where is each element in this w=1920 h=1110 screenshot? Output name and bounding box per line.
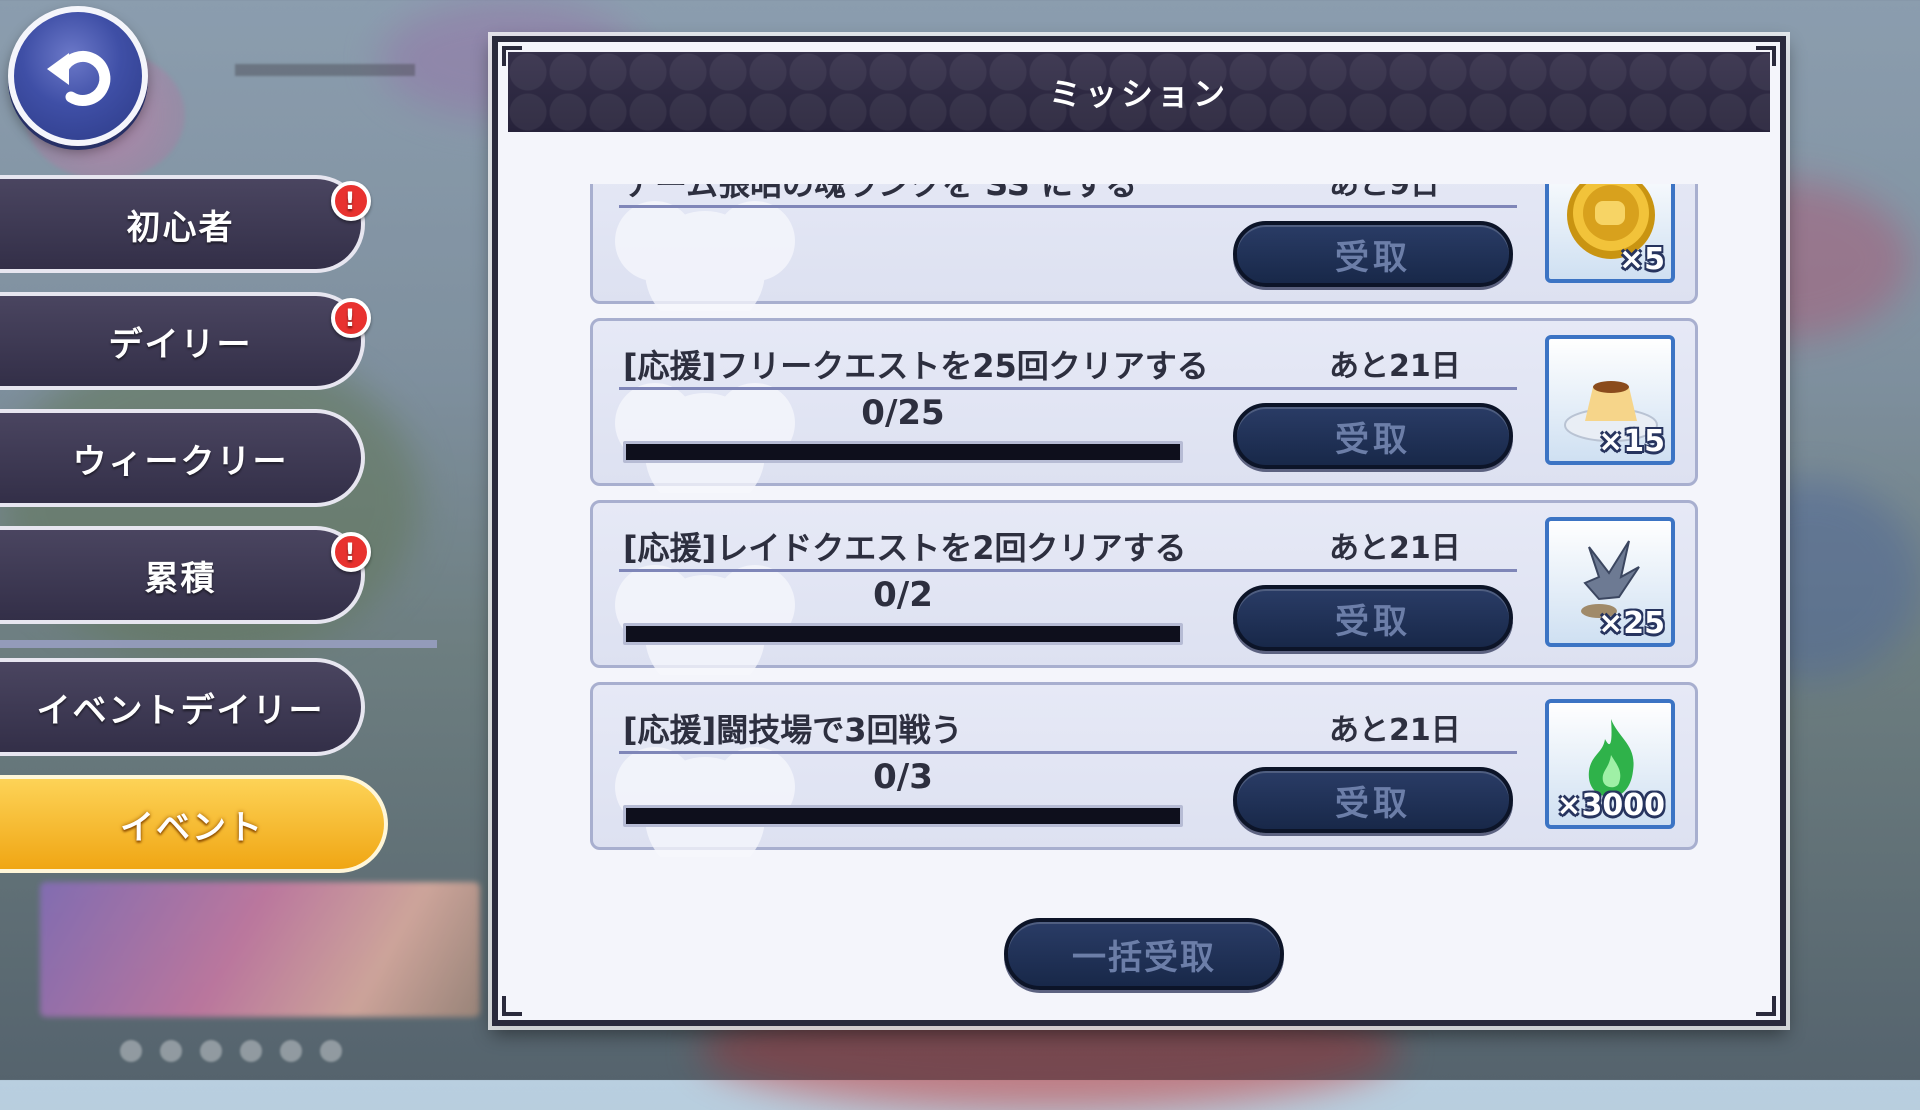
page-dot	[320, 1040, 342, 1062]
tab-label: デイリー	[108, 324, 253, 365]
frame-corner	[502, 46, 522, 66]
reward-item[interactable]: ×3000	[1545, 699, 1675, 829]
mission-progress-bar	[623, 623, 1183, 645]
return-arrow-icon	[47, 51, 111, 106]
mission-divider	[619, 205, 1517, 208]
tab-cumulative[interactable]: 累積 !	[0, 526, 371, 624]
reward-count: ×5	[1618, 242, 1665, 277]
notification-badge: !	[331, 532, 371, 572]
banner-page-dots	[120, 1040, 342, 1062]
mission-divider	[619, 569, 1517, 572]
frame-corner	[502, 996, 522, 1016]
page-dot	[200, 1040, 222, 1062]
mission-deadline: あと21日	[1329, 531, 1461, 566]
tab-label: 累積	[144, 558, 217, 599]
reward-item[interactable]: ×25	[1545, 517, 1675, 647]
mission-progress-bar	[623, 441, 1183, 463]
back-button[interactable]	[8, 6, 148, 146]
mission-progress-text: 0/2	[873, 575, 933, 615]
tab-daily[interactable]: デイリー !	[0, 292, 371, 390]
bulk-claim-button[interactable]: 一括受取	[1004, 918, 1284, 990]
tab-group-divider	[0, 640, 437, 648]
mission-list[interactable]: チーム張昭の魂ランクを SS にする あと9日 受取 ×5 [応援]フリークエス…	[590, 184, 1698, 914]
mission-divider	[619, 387, 1517, 390]
tab-beginner[interactable]: 初心者 !	[0, 175, 371, 273]
mission-title: チーム張昭の魂ランクを SS にする	[623, 184, 1138, 203]
mission-deadline: あと21日	[1329, 349, 1461, 384]
reward-count: ×3000	[1556, 788, 1665, 823]
page-dot	[280, 1040, 302, 1062]
page-dot	[240, 1040, 262, 1062]
tab-label: ウィークリー	[72, 441, 289, 482]
mission-panel: ミッション チーム張昭の魂ランクを SS にする あと9日 受取 ×5 [応援]…	[492, 36, 1786, 1026]
claim-button[interactable]: 受取	[1233, 403, 1513, 469]
mission-progress-text: 0/3	[873, 757, 933, 797]
mission-deadline: あと9日	[1329, 184, 1440, 202]
mission-progress-text: 0/25	[861, 393, 945, 433]
claim-button[interactable]: 受取	[1233, 585, 1513, 651]
page-dot	[120, 1040, 142, 1062]
panel-header: ミッション	[508, 52, 1770, 132]
mission-item: [応援]レイドクエストを2回クリアする あと21日 0/2 受取 ×25	[590, 500, 1698, 675]
tab-weekly[interactable]: ウィークリー	[0, 409, 365, 507]
mission-title: [応援]レイドクエストを2回クリアする	[623, 529, 1187, 567]
mission-item: [応援]闘技場で3回戦う あと21日 0/3 受取 ×3000	[590, 682, 1698, 857]
mission-divider	[619, 751, 1517, 754]
tab-label: イベント	[120, 807, 264, 848]
reward-count: ×15	[1598, 424, 1665, 459]
mission-deadline: あと21日	[1329, 713, 1461, 748]
mission-progress-bar	[623, 805, 1183, 827]
claim-button[interactable]: 受取	[1233, 767, 1513, 833]
tab-event[interactable]: イベント	[0, 775, 388, 873]
tab-label: イベントデイリー	[36, 690, 325, 731]
frame-corner	[1756, 46, 1776, 66]
reward-count: ×25	[1598, 606, 1665, 641]
mission-title: [応援]フリークエストを25回クリアする	[623, 347, 1209, 385]
claim-button[interactable]: 受取	[1233, 221, 1513, 287]
notification-badge: !	[331, 298, 371, 338]
page-title: ミッション	[1048, 75, 1229, 113]
mission-item: [応援]フリークエストを25回クリアする あと21日 0/25 受取 ×15	[590, 318, 1698, 493]
player-exp-bar-blurred	[235, 64, 415, 76]
event-banner-blurred[interactable]	[40, 882, 480, 1017]
frame-corner	[1756, 996, 1776, 1016]
mission-title: [応援]闘技場で3回戦う	[623, 711, 963, 749]
tab-event-daily[interactable]: イベントデイリー	[0, 658, 365, 756]
reward-item[interactable]: ×15	[1545, 335, 1675, 465]
mission-item: チーム張昭の魂ランクを SS にする あと9日 受取 ×5	[590, 184, 1698, 311]
notification-badge: !	[331, 181, 371, 221]
page-dot	[160, 1040, 182, 1062]
back-button-wrapper	[8, 6, 148, 146]
reward-item[interactable]: ×5	[1545, 184, 1675, 283]
tab-label: 初心者	[126, 207, 235, 248]
